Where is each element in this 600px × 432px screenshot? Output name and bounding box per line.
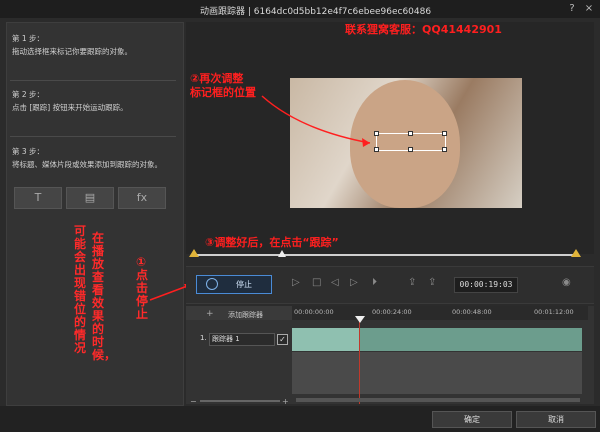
tracker-name-field[interactable]: 跟踪器 1 [209,333,275,346]
add-tracker-button[interactable]: 添加跟踪器 [228,310,263,320]
fast-forward-icon[interactable]: ⏵ [372,277,377,288]
timeline-empty-area [292,352,582,394]
scrub-bar[interactable] [194,254,578,256]
ruler-tick: 00:00:48:00 [452,308,492,316]
add-tracker-icon[interactable]: + [206,309,214,319]
stop-icon[interactable]: □ [312,277,321,288]
target-icon [206,278,218,290]
play-icon[interactable]: ▷ [292,277,300,288]
timecode-display: 00:00:19:03 [454,277,518,293]
export-icon[interactable]: ⇪ [428,277,436,288]
prev-frame-icon[interactable]: ◁ [331,277,339,288]
next-frame-icon[interactable]: ▷ [350,277,358,288]
export-icon[interactable]: ⇪ [408,277,416,288]
zoom-out-icon[interactable]: − [190,397,197,406]
position-marker[interactable] [278,250,286,257]
zoom-slider[interactable] [200,400,280,402]
horizontal-scrollbar[interactable] [296,398,580,402]
playhead[interactable] [359,318,360,404]
track-checkbox[interactable]: ✓ [277,334,288,345]
cancel-button[interactable]: 取消 [516,411,596,428]
in-marker[interactable] [189,249,199,257]
ok-button[interactable]: 确定 [432,411,512,428]
preview-quality-icon[interactable]: ◉ [562,277,571,288]
track-index: 1. [200,334,207,342]
ruler-tick: 00:00:24:00 [372,308,412,316]
playhead-handle[interactable] [355,316,365,323]
tracked-segment[interactable] [292,328,360,351]
stop-label: 停止 [236,280,252,289]
ruler-tick: 00:00:00:00 [294,308,334,316]
ruler-tick: 00:01:12:00 [534,308,574,316]
out-marker[interactable] [571,249,581,257]
zoom-in-icon[interactable]: + [282,397,289,406]
